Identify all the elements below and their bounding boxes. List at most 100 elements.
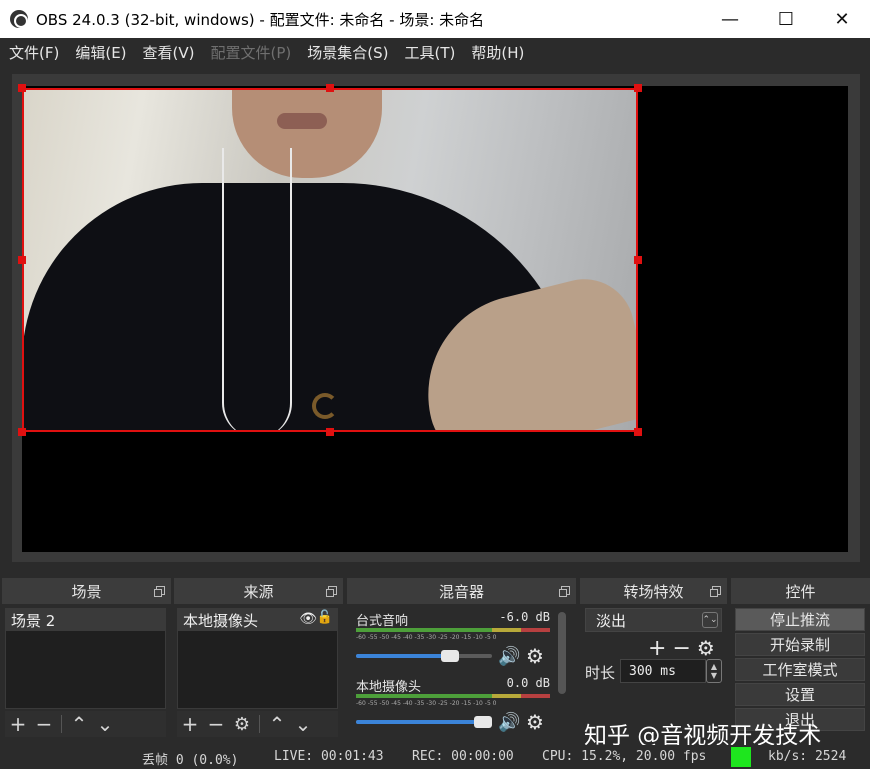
meter-tick-labels: -60 -55 -50 -45 -40 -35 -30 -25 -20 -15 … — [356, 700, 497, 707]
sources-dock-header: 来源 — [174, 578, 343, 604]
channel-db: 0.0 dB — [506, 676, 550, 690]
start-recording-button[interactable]: 开始录制 — [735, 633, 865, 656]
obs-logo-icon — [10, 10, 28, 28]
dock-float-icon[interactable] — [710, 586, 721, 597]
close-button[interactable]: ✕ — [814, 0, 870, 38]
meter-tick-labels: -60 -55 -50 -45 -40 -35 -30 -25 -20 -15 … — [356, 634, 497, 641]
cpu-usage: CPU: 15.2%, 20.00 fps — [542, 749, 707, 764]
menu-scene-collection[interactable]: 场景集合(S) — [307, 42, 388, 63]
resize-handle-right[interactable] — [634, 256, 642, 264]
remove-source-icon[interactable]: − — [203, 711, 229, 737]
volume-slider-knob[interactable] — [440, 650, 459, 662]
bitrate: kb/s: 2524 — [768, 749, 847, 764]
gear-icon[interactable]: ⚙ — [526, 644, 544, 668]
menu-file[interactable]: 文件(F) — [9, 42, 59, 63]
studio-mode-button[interactable]: 工作室模式 — [735, 658, 865, 681]
source-selection-box[interactable] — [22, 88, 638, 432]
sources-dock-title: 来源 — [243, 582, 274, 601]
toolbar-divider — [259, 715, 260, 733]
volume-slider[interactable] — [356, 716, 492, 728]
volume-slider-fill — [356, 720, 492, 724]
transition-buttons: + − ⚙ — [648, 636, 715, 661]
duration-input[interactable]: 300 ms — [620, 659, 706, 683]
speaker-icon[interactable]: 🔊 — [498, 712, 520, 733]
add-scene-icon[interactable]: + — [5, 711, 31, 737]
scenes-list: 场景 2 — [5, 608, 166, 709]
resize-handle-bottom-right[interactable] — [634, 428, 642, 436]
eye-icon[interactable]: 👁 — [299, 611, 317, 627]
sources-list: 本地摄像头 👁 🔓 — [177, 608, 338, 709]
transition-select-value: 淡出 — [596, 611, 627, 630]
dock-float-icon[interactable] — [559, 586, 570, 597]
resize-handle-bottom[interactable] — [326, 428, 334, 436]
add-source-icon[interactable]: + — [177, 711, 203, 737]
settings-button[interactable]: 设置 — [735, 683, 865, 706]
speaker-icon[interactable]: 🔊 — [498, 646, 520, 667]
mixer-dock-title: 混音器 — [438, 582, 484, 601]
mixer-scrollbar[interactable] — [558, 612, 566, 694]
resize-handle-bottom-left[interactable] — [18, 428, 26, 436]
add-transition-icon[interactable]: + — [648, 636, 666, 661]
move-source-down-icon[interactable]: ⌄ — [290, 711, 316, 737]
scene-item[interactable]: 场景 2 — [6, 609, 165, 631]
scenes-dock-header: 场景 — [2, 578, 171, 604]
scenes-toolbar: + − ⌃ ⌄ — [5, 711, 166, 737]
stream-health-indicator — [731, 747, 751, 767]
source-item-label: 本地摄像头 — [183, 611, 259, 630]
resize-handle-top[interactable] — [326, 84, 334, 92]
mixer-channel: 本地摄像头 0.0 dB -60 -55 -50 -45 -40 -35 -30… — [352, 674, 554, 738]
channel-name: 台式音响 — [356, 614, 409, 629]
toolbar-divider — [61, 715, 62, 733]
dock-float-icon[interactable] — [326, 586, 337, 597]
mixer-channel: 台式音响 -6.0 dB -60 -55 -50 -45 -40 -35 -30… — [352, 608, 554, 672]
volume-slider[interactable] — [356, 650, 492, 662]
scenes-dock: 场景 场景 2 + − ⌃ ⌄ — [2, 578, 171, 742]
transitions-dock-header: 转场特效 — [580, 578, 727, 604]
resize-handle-left[interactable] — [18, 256, 26, 264]
volume-meter — [356, 628, 550, 632]
menu-edit[interactable]: 编辑(E) — [75, 42, 126, 63]
volume-slider-fill — [356, 654, 454, 658]
transitions-dock-title: 转场特效 — [623, 582, 684, 601]
window-controls: — ☐ ✕ — [702, 0, 870, 38]
resize-handle-top-left[interactable] — [18, 84, 26, 92]
sources-dock: 来源 本地摄像头 👁 🔓 + − ⚙ ⌃ ⌄ — [174, 578, 343, 742]
remove-scene-icon[interactable]: − — [31, 711, 57, 737]
chevron-updown-icon: ⌃⌄ — [702, 612, 718, 628]
menu-profile: 配置文件(P) — [210, 43, 292, 62]
preview-canvas[interactable] — [18, 84, 848, 552]
source-properties-gear-icon[interactable]: ⚙ — [229, 711, 255, 737]
volume-meter — [356, 694, 550, 698]
sources-toolbar: + − ⚙ ⌃ ⌄ — [177, 711, 338, 737]
volume-slider-knob[interactable] — [474, 716, 492, 728]
preview-area — [12, 74, 860, 562]
dropped-frames: 丢帧 0 (0.0%) — [142, 753, 239, 768]
minimize-button[interactable]: — — [702, 0, 758, 38]
maximize-button[interactable]: ☐ — [758, 0, 814, 38]
move-source-up-icon[interactable]: ⌃ — [264, 711, 290, 737]
menu-view[interactable]: 查看(V) — [143, 42, 195, 63]
remove-transition-icon[interactable]: − — [672, 636, 690, 661]
controls-dock-title: 控件 — [785, 582, 816, 601]
duration-spinner[interactable]: ▲ ▼ — [706, 659, 722, 683]
transition-gear-icon[interactable]: ⚙ — [697, 636, 715, 661]
menu-help[interactable]: 帮助(H) — [471, 42, 524, 63]
transition-select[interactable]: 淡出 ⌃⌄ — [585, 608, 722, 632]
mixer-dock-header: 混音器 — [347, 578, 576, 604]
gear-icon[interactable]: ⚙ — [526, 710, 544, 734]
move-scene-up-icon[interactable]: ⌃ — [66, 711, 92, 737]
channel-name: 本地摄像头 — [356, 680, 422, 695]
live-time: LIVE: 00:01:43 — [274, 749, 384, 764]
resize-handle-top-right[interactable] — [634, 84, 642, 92]
dock-float-icon[interactable] — [154, 586, 165, 597]
lock-icon[interactable]: 🔓 — [317, 610, 333, 625]
move-scene-down-icon[interactable]: ⌄ — [92, 711, 118, 737]
duration-label: 时长 — [585, 664, 616, 682]
channel-db: -6.0 dB — [499, 610, 550, 624]
menu-bar: 文件(F) 编辑(E) 查看(V) 配置文件(P) 场景集合(S) 工具(T) … — [0, 38, 870, 66]
source-item[interactable]: 本地摄像头 👁 🔓 — [178, 609, 337, 631]
rec-time: REC: 00:00:00 — [412, 749, 514, 764]
title-bar: OBS 24.0.3 (32-bit, windows) - 配置文件: 未命名… — [0, 0, 870, 38]
stop-streaming-button[interactable]: 停止推流 — [735, 608, 865, 631]
menu-tools[interactable]: 工具(T) — [404, 42, 455, 63]
